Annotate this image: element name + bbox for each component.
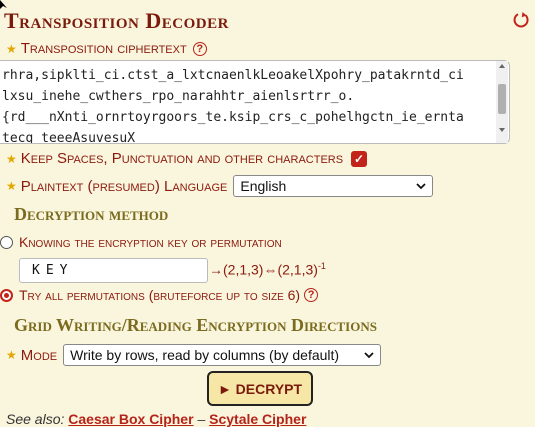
reset-icon[interactable] [511, 10, 531, 30]
mode-select[interactable]: Write by rows, read by columns (by defau… [63, 344, 382, 366]
page-title: Transposition Decoder [4, 8, 229, 33]
permutation-display: →(2,1,3)⇔(2,1,3)-1 [209, 261, 326, 278]
language-label: Plaintext (presumed) Language [20, 177, 228, 195]
option-key-label: Knowing the encryption key or permutatio… [19, 234, 282, 250]
keep-spaces-checkbox[interactable]: ✓ [351, 150, 368, 167]
ciphertext-line: rhra,sipklti_ci.ctst_a_lxtcnaenlkLeoakel… [2, 68, 464, 83]
decryption-method-heading: Decryption method [14, 204, 169, 224]
option-bruteforce-radio[interactable] [0, 288, 13, 302]
language-row: ★ Plaintext (presumed) Language English [6, 175, 434, 197]
ciphertext-line: {rd___nXnti_ornrtoyrgoors_te.ksip_crs_c_… [2, 110, 464, 125]
star-icon: ★ [6, 151, 17, 166]
language-select[interactable]: English [233, 175, 434, 197]
ciphertext-line: lxsu_inehe_cwthers_rpo_narahhtr_aienlsrt… [2, 89, 355, 104]
mode-select-value: Write by rows, read by columns (by defau… [70, 347, 340, 363]
permutation-text: →(2,1,3)⇔(2,1,3) [209, 261, 318, 278]
help-icon[interactable]: ? [192, 41, 207, 56]
chevron-down-icon [364, 352, 374, 359]
permutation-sup: -1 [317, 261, 326, 271]
see-also-label: See also: [6, 411, 65, 427]
caesar-box-link[interactable]: Caesar Box Cipher [68, 411, 193, 427]
option-key-radio[interactable] [0, 235, 13, 249]
chevron-down-icon [416, 183, 426, 190]
mode-label: Mode [20, 346, 58, 364]
help-icon[interactable]: ? [304, 288, 319, 302]
scytale-link[interactable]: Scytale Cipher [209, 411, 306, 427]
see-also: See also: Caesar Box Cipher – Scytale Ci… [6, 411, 306, 427]
decrypt-button[interactable]: ► DECRYPT [207, 371, 313, 406]
ciphertext-line: tecg_teeeAsuvesuX [2, 131, 136, 144]
ciphertext-textarea[interactable]: rhra,sipklti_ci.ctst_a_lxtcnaenlkLeoakel… [0, 60, 510, 144]
scroll-up-arrow-icon[interactable] [499, 64, 505, 68]
option-bruteforce-label: Try all permutations (bruteforce up to s… [19, 287, 301, 303]
keep-spaces-row: ★ Keep Spaces, Punctuation and other cha… [6, 150, 368, 167]
star-icon: ★ [6, 41, 17, 56]
grid-directions-heading: Grid Writing/Reading Encryption Directio… [14, 315, 377, 335]
language-select-value: English [240, 178, 287, 194]
option-bruteforce-row[interactable]: Try all permutations (bruteforce up to s… [0, 287, 319, 303]
ciphertext-label: Transposition ciphertext [20, 40, 187, 57]
ciphertext-label-row: ★ Transposition ciphertext ? [6, 40, 207, 57]
see-also-separator: – [197, 411, 206, 427]
scrollbar-thumb[interactable] [498, 84, 506, 114]
key-input[interactable]: KEY [19, 258, 208, 283]
keep-spaces-label: Keep Spaces, Punctuation and other chara… [20, 150, 344, 167]
mode-row: ★ Mode Write by rows, read by columns (b… [6, 344, 382, 366]
scroll-down-arrow-icon[interactable] [499, 128, 505, 132]
star-icon: ★ [6, 348, 17, 362]
star-icon: ★ [6, 179, 17, 193]
option-key-row[interactable]: Knowing the encryption key or permutatio… [0, 234, 282, 250]
